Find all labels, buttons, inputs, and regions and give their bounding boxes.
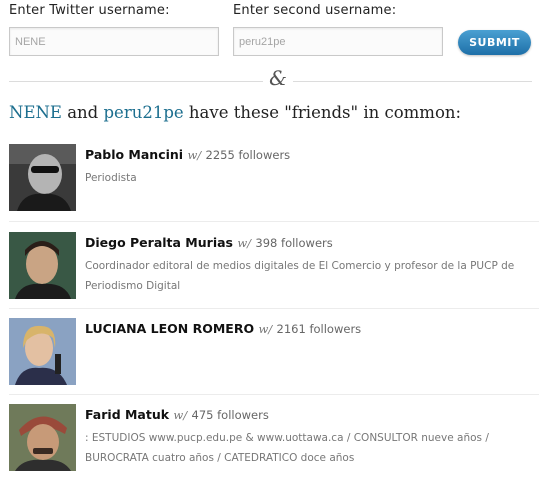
friend-bio: Periodista	[85, 172, 137, 184]
friend-name[interactable]: Pablo Mancini	[85, 147, 183, 162]
with-label: w/	[187, 148, 202, 162]
friend-name-line: Pablo Mancini w/ 2255 followers	[85, 147, 290, 162]
friend-bio: Coordinador editoral de medios digitales…	[85, 260, 515, 292]
friend-name[interactable]: Diego Peralta Murias	[85, 235, 233, 250]
headline-user2-link[interactable]: peru21pe	[104, 103, 184, 122]
friend-avatar[interactable]	[9, 144, 76, 211]
headline-rest: have these "friends" in common:	[183, 103, 462, 122]
friend-name-line: Farid Matuk w/ 475 followers	[85, 407, 269, 422]
results-headline: NENE and peru21pe have these "friends" i…	[9, 103, 544, 122]
headline-and: and	[61, 103, 104, 122]
with-label: w/	[258, 322, 273, 336]
friend-avatar[interactable]	[9, 232, 76, 299]
submit-button[interactable]: SUBMIT	[458, 30, 531, 55]
second-username-input[interactable]: peru21pe	[233, 27, 443, 56]
row-divider	[9, 308, 539, 309]
friend-avatar[interactable]	[9, 318, 76, 385]
first-username-input[interactable]: NENE	[9, 27, 219, 56]
follower-count: 2255 followers	[205, 148, 291, 162]
comparison-form: Enter Twitter username: Enter second use…	[0, 0, 550, 70]
friend-name[interactable]: Farid Matuk	[85, 407, 169, 422]
friend-bio: : ESTUDIOS www.pucp.edu.pe & www.uottawa…	[85, 432, 489, 464]
with-label: w/	[173, 408, 188, 422]
friend-name[interactable]: LUCIANA LEON ROMERO	[85, 321, 254, 336]
with-label: w/	[237, 236, 252, 250]
friend-name-line: LUCIANA LEON ROMERO w/ 2161 followers	[85, 321, 361, 336]
headline-user1-link[interactable]: NENE	[9, 103, 62, 122]
friend-name-line: Diego Peralta Murias w/ 398 followers	[85, 235, 333, 250]
second-username-label: Enter second username:	[233, 3, 397, 18]
follower-count: 475 followers	[191, 408, 269, 422]
friend-avatar[interactable]	[9, 404, 76, 471]
row-divider	[9, 394, 539, 395]
first-username-label: Enter Twitter username:	[9, 3, 170, 18]
follower-count: 2161 followers	[276, 322, 362, 336]
ampersand-ornament: &	[263, 66, 293, 90]
row-divider	[9, 221, 539, 222]
follower-count: 398 followers	[255, 236, 333, 250]
